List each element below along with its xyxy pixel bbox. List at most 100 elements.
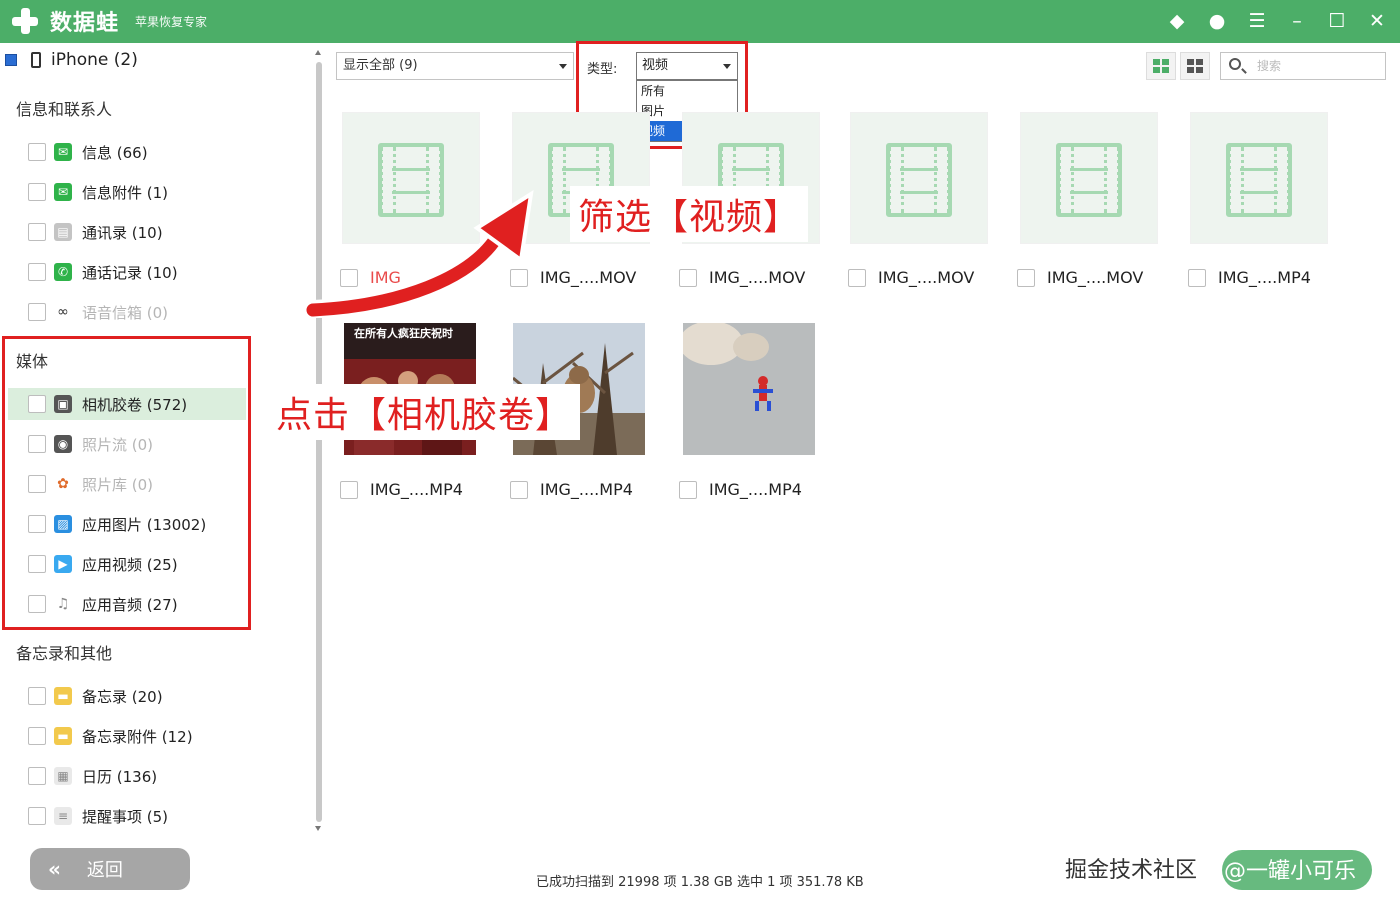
file-name: IMG_....MOV xyxy=(540,268,637,287)
checkbox[interactable] xyxy=(679,268,697,287)
file-thumbnail[interactable] xyxy=(1020,112,1158,244)
file-caption[interactable]: IMG_....MOV xyxy=(848,268,974,287)
file-name: IMG_....MP4 xyxy=(709,480,802,499)
app-logo: 数据蛙 苹果恢复专家 xyxy=(10,5,207,37)
chevron-down-icon xyxy=(559,64,567,69)
file-caption[interactable]: IMG_....MOV xyxy=(1017,268,1143,287)
double-chevron-left-icon: « xyxy=(48,857,61,881)
grid-view-button[interactable] xyxy=(1146,52,1176,80)
sidebar-item-calendar[interactable]: ▦ 日历 (136) xyxy=(28,762,157,790)
checkbox[interactable] xyxy=(1188,268,1206,287)
section-title-notes: 备忘录和其他 xyxy=(16,644,113,663)
checkbox[interactable] xyxy=(28,223,46,241)
checkbox[interactable] xyxy=(28,263,46,281)
filter-select[interactable]: 显示全部 (9) xyxy=(336,52,574,80)
checkbox[interactable] xyxy=(28,767,46,785)
checkbox[interactable] xyxy=(510,480,528,499)
search-icon xyxy=(1229,58,1241,70)
sidebar-scrollbar[interactable] xyxy=(314,50,322,831)
sidebar-item-contacts[interactable]: ▤ 通讯录 (10) xyxy=(28,218,163,246)
highlight-box-media xyxy=(2,336,251,630)
search-input[interactable]: 搜索 xyxy=(1220,52,1386,80)
chat-icon[interactable]: ● xyxy=(1204,8,1230,34)
phone-icon xyxy=(31,52,41,68)
close-icon[interactable]: ✕ xyxy=(1364,8,1390,34)
sidebar-item-label: 备忘录附件 (12) xyxy=(82,727,193,746)
checkbox[interactable] xyxy=(28,807,46,825)
file-name: IMG_....MOV xyxy=(1047,268,1144,287)
film-icon xyxy=(1056,143,1122,217)
photo-overlay-text: 在所有人疯狂庆祝时 xyxy=(354,327,453,340)
file-name: IMG_....MOV xyxy=(878,268,975,287)
device-checkbox[interactable] xyxy=(5,54,17,66)
scroll-up-icon[interactable] xyxy=(315,50,321,55)
checkbox[interactable] xyxy=(28,143,46,161)
file-thumbnail[interactable] xyxy=(1190,112,1328,244)
app-subtitle: 苹果恢复专家 xyxy=(135,14,208,29)
checkbox[interactable] xyxy=(28,727,46,745)
film-icon xyxy=(886,143,952,217)
checkbox[interactable] xyxy=(340,480,358,499)
menu-icon[interactable]: ☰ xyxy=(1244,8,1270,34)
back-button-label: 返回 xyxy=(86,860,123,881)
contacts-icon: ▤ xyxy=(54,223,72,241)
annotation-filter-videos: 筛选【视频】 xyxy=(570,186,809,242)
sidebar-item-label: 信息附件 (1) xyxy=(82,183,169,202)
scrollbar-thumb[interactable] xyxy=(316,62,322,822)
file-name: IMG_....MP4 xyxy=(1218,268,1311,287)
app-name: 数据蛙 xyxy=(50,11,120,36)
section-title-messages: 信息和联系人 xyxy=(16,100,113,119)
file-thumbnail[interactable] xyxy=(850,112,988,244)
sidebar-item-notes-attachments[interactable]: ▬ 备忘录附件 (12) xyxy=(28,722,193,750)
logo-cross-icon xyxy=(10,6,40,36)
device-label: iPhone (2) xyxy=(51,50,138,70)
title-bar: 数据蛙 苹果恢复专家 ◆ ● ☰ – ☐ ✕ xyxy=(0,0,1400,43)
sidebar-item-notes[interactable]: ▬ 备忘录 (20) xyxy=(28,682,163,710)
sidebar-item-messages[interactable]: ✉ 信息 (66) xyxy=(28,138,148,166)
file-caption[interactable]: IMG_....MP4 xyxy=(510,480,633,499)
file-name: IMG_....MP4 xyxy=(370,480,463,499)
voicemail-icon: ∞ xyxy=(57,304,69,320)
watermark-text: 掘金技术社区 xyxy=(1065,858,1198,883)
annotation-click-camera-roll: 点击【相机胶卷】 xyxy=(268,384,581,440)
sidebar-item-label: 备忘录 (20) xyxy=(82,687,163,706)
diamond-icon[interactable]: ◆ xyxy=(1164,8,1190,34)
file-caption[interactable]: IMG_....MP4 xyxy=(340,480,463,499)
file-caption[interactable]: IMG_....MP4 xyxy=(679,480,802,499)
checkbox[interactable] xyxy=(848,268,866,287)
sidebar-item-label: 通讯录 (10) xyxy=(82,223,163,242)
reminders-icon: ≡ xyxy=(54,807,72,825)
sidebar-item-label: 提醒事项 (5) xyxy=(82,807,169,826)
minimize-icon[interactable]: – xyxy=(1284,8,1310,34)
scroll-down-icon[interactable] xyxy=(315,826,321,831)
phone-icon: ✆ xyxy=(54,263,72,281)
message-icon: ✉ xyxy=(54,143,72,161)
sidebar-item-call-history[interactable]: ✆ 通话记录 (10) xyxy=(28,258,178,286)
filter-select-value: 显示全部 (9) xyxy=(343,58,418,73)
calendar-icon: ▦ xyxy=(54,767,72,785)
status-text: 已成功扫描到 21998 项 1.38 GB 选中 1 项 351.78 KB xyxy=(536,875,864,890)
checkbox[interactable] xyxy=(1017,268,1035,287)
list-view-button[interactable] xyxy=(1180,52,1210,80)
sidebar-item-message-attachments[interactable]: ✉ 信息附件 (1) xyxy=(28,178,168,206)
maximize-icon[interactable]: ☐ xyxy=(1324,8,1350,34)
checkbox[interactable] xyxy=(28,183,46,201)
sidebar-item-reminders[interactable]: ≡ 提醒事项 (5) xyxy=(28,802,168,830)
device-row[interactable]: iPhone (2) xyxy=(5,50,138,70)
checkbox[interactable] xyxy=(28,303,46,321)
film-icon xyxy=(1226,143,1292,217)
annotation-arrow xyxy=(305,189,534,318)
file-caption[interactable]: IMG_....MP4 xyxy=(1188,268,1311,287)
photo-thumbnail-dog[interactable] xyxy=(683,323,815,455)
sidebar-item-voicemail[interactable]: ∞ 语音信箱 (0) xyxy=(28,298,168,326)
checkbox[interactable] xyxy=(28,687,46,705)
file-caption[interactable]: IMG_....MOV xyxy=(679,268,805,287)
back-button[interactable]: « 返回 xyxy=(30,848,190,890)
checkbox[interactable] xyxy=(679,480,697,499)
sidebar-item-label: 信息 (66) xyxy=(82,143,148,162)
notes-attachment-icon: ▬ xyxy=(54,727,72,745)
message-attachment-icon: ✉ xyxy=(54,183,72,201)
sidebar-item-label: 通话记录 (10) xyxy=(82,263,178,282)
watermark-handle: @一罐小可乐 xyxy=(1224,859,1357,884)
search-placeholder: 搜索 xyxy=(1257,59,1282,73)
